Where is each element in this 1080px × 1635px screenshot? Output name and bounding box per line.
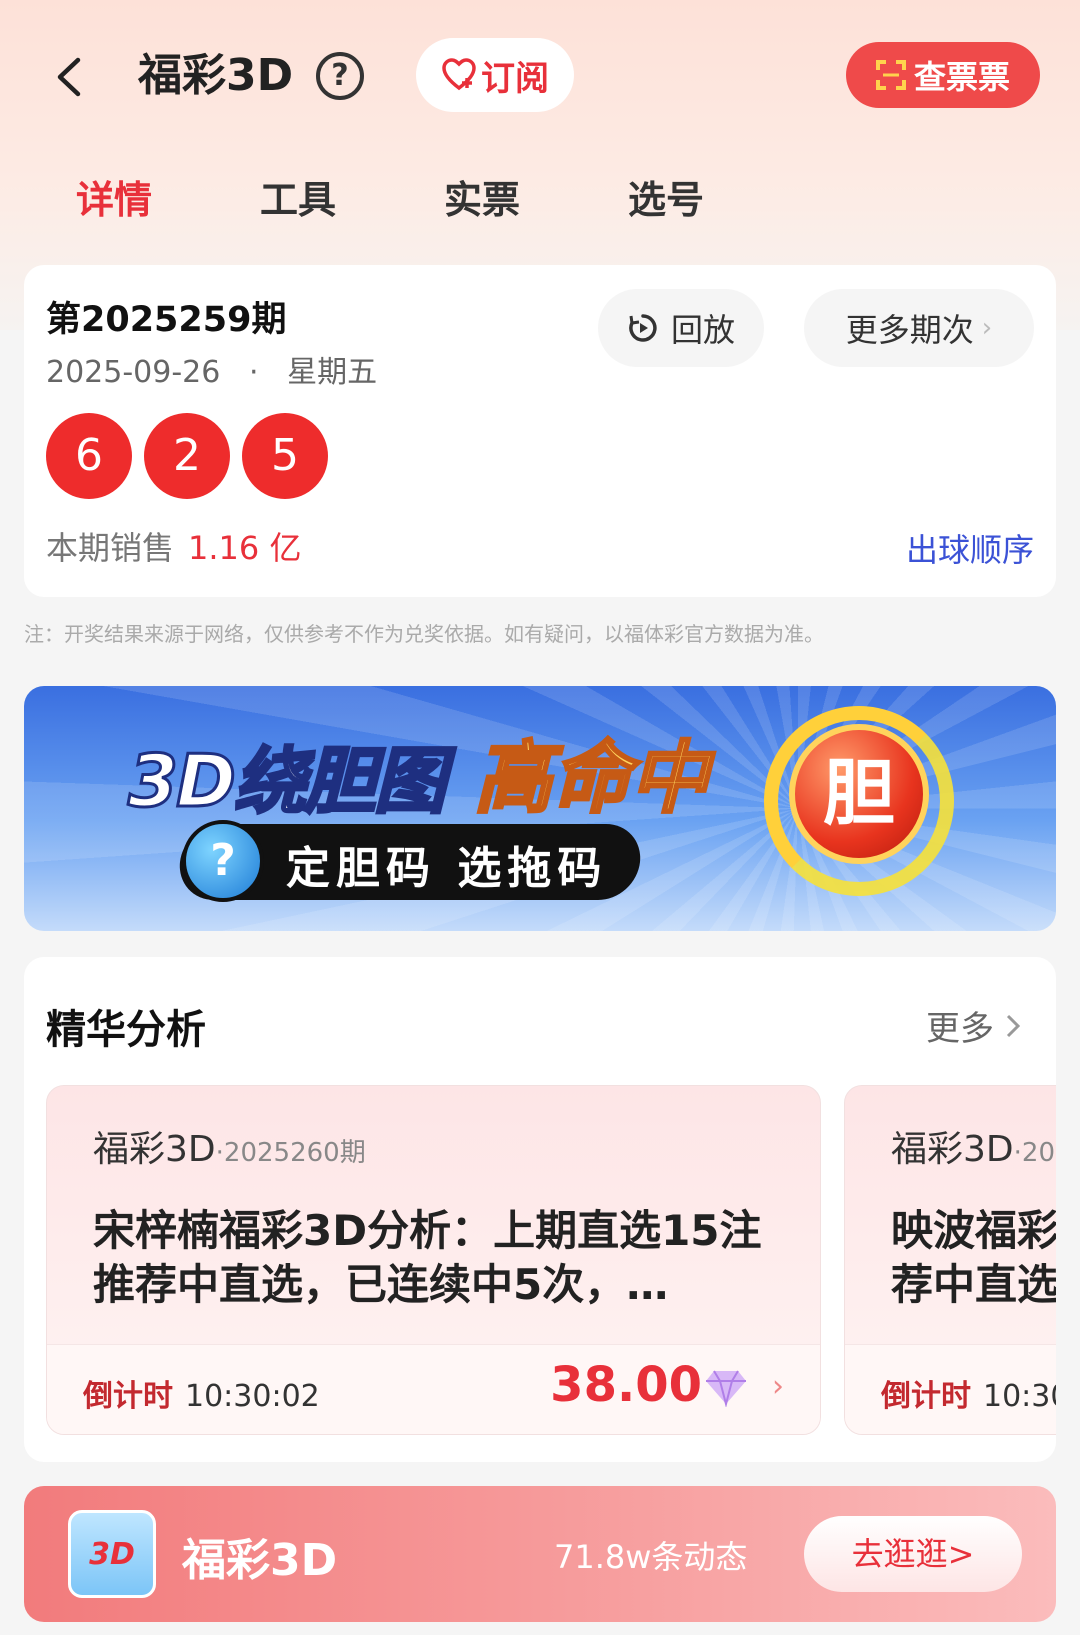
lottery-name: 福彩3D bbox=[93, 1129, 216, 1170]
date-text: 2025-09-26 bbox=[46, 355, 221, 390]
disclaimer-note: 注：开奖结果来源于网络，仅供参考不作为兑奖依据。如有疑问，以福体彩官方数据为准。 bbox=[24, 622, 824, 646]
tab-pick-numbers[interactable]: 选号 bbox=[628, 170, 704, 230]
winning-numbers: 6 2 5 bbox=[46, 413, 328, 499]
draw-order-link[interactable]: 出球顺序 bbox=[906, 525, 1034, 571]
back-arrow-icon[interactable] bbox=[46, 52, 96, 102]
sales-info: 本期销售 1.16 亿 bbox=[46, 523, 301, 569]
community-post-count: 71.8w条动态 bbox=[554, 1538, 748, 1576]
sales-label: 本期销售 bbox=[46, 529, 175, 567]
tab-real-tickets[interactable]: 实票 bbox=[444, 170, 520, 230]
number-ball: 5 bbox=[242, 413, 328, 499]
lottery-name: 福彩3D bbox=[891, 1129, 1014, 1170]
chevron-right-icon bbox=[1006, 1014, 1021, 1037]
analysis-card[interactable]: 福彩3D·2025260期 宋梓楠福彩3D分析：上期直选15注推荐中直选，已连续… bbox=[46, 1085, 821, 1435]
analysis-footer: 倒计时 10:30:02 bbox=[845, 1344, 1056, 1434]
top-bar: 福彩3D ? 订阅 查票票 bbox=[0, 36, 1080, 118]
tab-tools[interactable]: 工具 bbox=[260, 170, 336, 230]
analysis-card[interactable]: 福彩3D·2025260期 映波福彩3D分析：上期直选15注推荐中直选 倒计时 1… bbox=[844, 1085, 1056, 1435]
countdown: 倒计时 10:30:02 bbox=[83, 1371, 320, 1415]
sales-amount: 1.16 亿 bbox=[188, 529, 302, 567]
more-issues-label: 更多期次 bbox=[845, 311, 974, 349]
browse-button[interactable]: 去逛逛> bbox=[804, 1516, 1022, 1592]
diamond-icon bbox=[706, 1370, 746, 1407]
period-text: ·2025260期 bbox=[1013, 1138, 1056, 1168]
question-circle-icon[interactable]: ? bbox=[316, 52, 364, 100]
heart-plus-icon bbox=[442, 58, 476, 91]
more-issues-button[interactable]: 更多期次 › bbox=[804, 289, 1034, 367]
chevron-right-icon: › bbox=[981, 313, 993, 343]
community-name: 福彩3D bbox=[182, 1535, 338, 1586]
promo-banner[interactable]: 3D绕胆图 高命中 ? 定胆码 选拖码 胆 bbox=[24, 686, 1056, 931]
number-ball: 2 bbox=[144, 413, 230, 499]
subscribe-button[interactable]: 订阅 bbox=[416, 38, 574, 112]
weekday-text: 星期五 bbox=[287, 355, 378, 390]
banner-title-part1: 3D绕胆图 bbox=[127, 738, 448, 825]
chevron-right-icon: › bbox=[772, 1369, 784, 1404]
more-label: 更多 bbox=[926, 1009, 994, 1049]
countdown-label: 倒计时 bbox=[83, 1379, 173, 1414]
section-title: 精华分析 bbox=[46, 1007, 206, 1053]
analysis-footer: 倒计时 10:30:02 38.00 › bbox=[47, 1344, 820, 1434]
replay-icon bbox=[629, 314, 657, 342]
tab-details[interactable]: 详情 bbox=[76, 170, 152, 230]
banner-title-part2: 高命中 bbox=[472, 733, 709, 826]
analysis-section: 精华分析 更多 福彩3D·2025260期 宋梓楠福彩3D分析：上期直选15注推… bbox=[24, 957, 1056, 1462]
countdown: 倒计时 10:30:02 bbox=[881, 1371, 1056, 1415]
analysis-headline: 映波福彩3D分析：上期直选15注推荐中直选 bbox=[891, 1206, 1056, 1309]
question-ball-icon: ? bbox=[182, 820, 264, 902]
banner-subtitle: 定胆码 选拖码 bbox=[286, 843, 608, 894]
draw-date: 2025-09-26 · 星期五 bbox=[46, 347, 377, 391]
scan-icon bbox=[875, 60, 906, 90]
analysis-source: 福彩3D·2025260期 bbox=[891, 1120, 1056, 1172]
dan-ball-icon: 胆 bbox=[789, 724, 929, 864]
number-ball: 6 bbox=[46, 413, 132, 499]
price: 38.00 bbox=[550, 1357, 702, 1413]
analysis-more-link[interactable]: 更多 bbox=[926, 1001, 1022, 1050]
analysis-source: 福彩3D·2025260期 bbox=[93, 1120, 366, 1172]
period-text: ·2025260期 bbox=[215, 1138, 366, 1168]
subscribe-label: 订阅 bbox=[481, 58, 549, 99]
replay-label: 回放 bbox=[670, 311, 735, 349]
app-3d-icon: 3D bbox=[68, 1510, 156, 1598]
check-ticket-button[interactable]: 查票票 bbox=[846, 42, 1040, 108]
page-title: 福彩3D bbox=[138, 50, 294, 101]
community-banner[interactable]: 3D 福彩3D 71.8w条动态 去逛逛> bbox=[24, 1486, 1056, 1622]
draw-result-card: 第2025259期 2025-09-26 · 星期五 回放 更多期次 › 6 2… bbox=[24, 265, 1056, 597]
analysis-headline: 宋梓楠福彩3D分析：上期直选15注推荐中直选，已连续中5次，… bbox=[93, 1206, 762, 1309]
issue-number: 第2025259期 bbox=[46, 300, 287, 340]
countdown-label: 倒计时 bbox=[881, 1379, 971, 1414]
countdown-time: 10:30:02 bbox=[185, 1379, 320, 1414]
countdown-time: 10:30:02 bbox=[983, 1379, 1056, 1414]
tab-bar: 详情 工具 实票 选号 bbox=[0, 170, 1080, 240]
date-separator: · bbox=[248, 355, 259, 390]
replay-button[interactable]: 回放 bbox=[598, 289, 764, 367]
check-ticket-label: 查票票 bbox=[913, 58, 1010, 96]
